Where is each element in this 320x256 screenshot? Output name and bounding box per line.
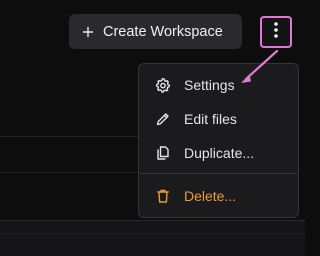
create-workspace-label: Create Workspace: [103, 23, 223, 40]
background-divider: [0, 172, 140, 173]
create-workspace-button[interactable]: Create Workspace: [69, 14, 242, 49]
workspace-options-menu: Settings Edit files Duplicate... Delete.…: [138, 63, 299, 218]
menu-divider: [140, 173, 297, 174]
menu-item-delete[interactable]: Delete...: [139, 181, 298, 211]
background-divider: [0, 233, 305, 234]
menu-item-duplicate[interactable]: Duplicate...: [139, 138, 298, 168]
copy-icon: [155, 145, 171, 161]
menu-item-edit-files[interactable]: Edit files: [139, 104, 298, 134]
plus-icon: [82, 26, 94, 38]
gear-icon: [155, 77, 171, 93]
pencil-icon: [155, 111, 171, 127]
menu-item-label: Duplicate...: [184, 145, 255, 161]
menu-item-label: Delete...: [184, 188, 237, 204]
more-options-button[interactable]: [260, 16, 292, 48]
kebab-icon: [273, 21, 279, 44]
menu-item-label: Edit files: [184, 111, 237, 127]
menu-item-settings[interactable]: Settings: [139, 70, 298, 100]
background-divider: [0, 136, 140, 137]
background-panel: [0, 220, 305, 256]
menu-item-label: Settings: [184, 77, 235, 93]
trash-icon: [155, 188, 171, 204]
